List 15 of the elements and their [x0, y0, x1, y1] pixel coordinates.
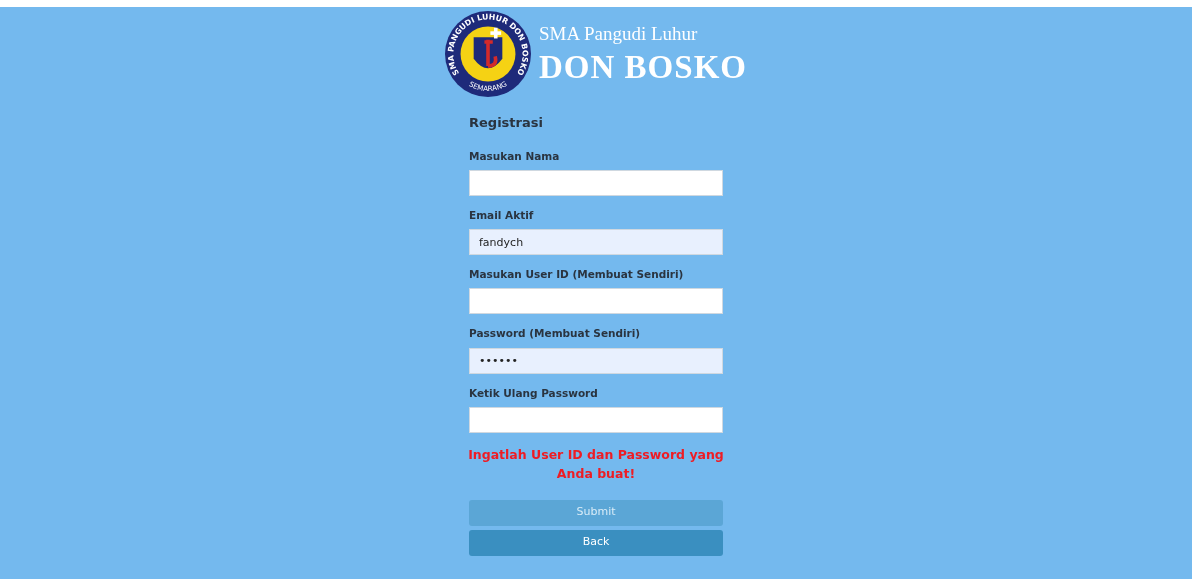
input-field[interactable] — [469, 169, 723, 196]
school-subtitle: SMA Pangudi Luhur — [539, 24, 699, 43]
field-label: Masukan Nama — [469, 148, 561, 164]
input-field[interactable]: fandych — [469, 229, 723, 255]
form-button[interactable]: Back — [469, 529, 723, 556]
field-label: Email Aktif — [469, 207, 535, 223]
field-label: Ketik Ulang Password — [469, 385, 599, 401]
input-field[interactable] — [469, 406, 723, 433]
input-field[interactable] — [469, 288, 723, 315]
warning-text: Ingatlah User ID dan Password yang Anda buat! — [467, 445, 725, 484]
input-field[interactable]: •••••• — [469, 347, 723, 374]
school-title: DON BOSKO — [539, 51, 747, 84]
form-heading: Registrasi — [469, 114, 544, 132]
field-label: Password (Membuat Sendiri) — [469, 326, 642, 342]
field-label: Masukan User ID (Membuat Sendiri) — [469, 267, 685, 282]
